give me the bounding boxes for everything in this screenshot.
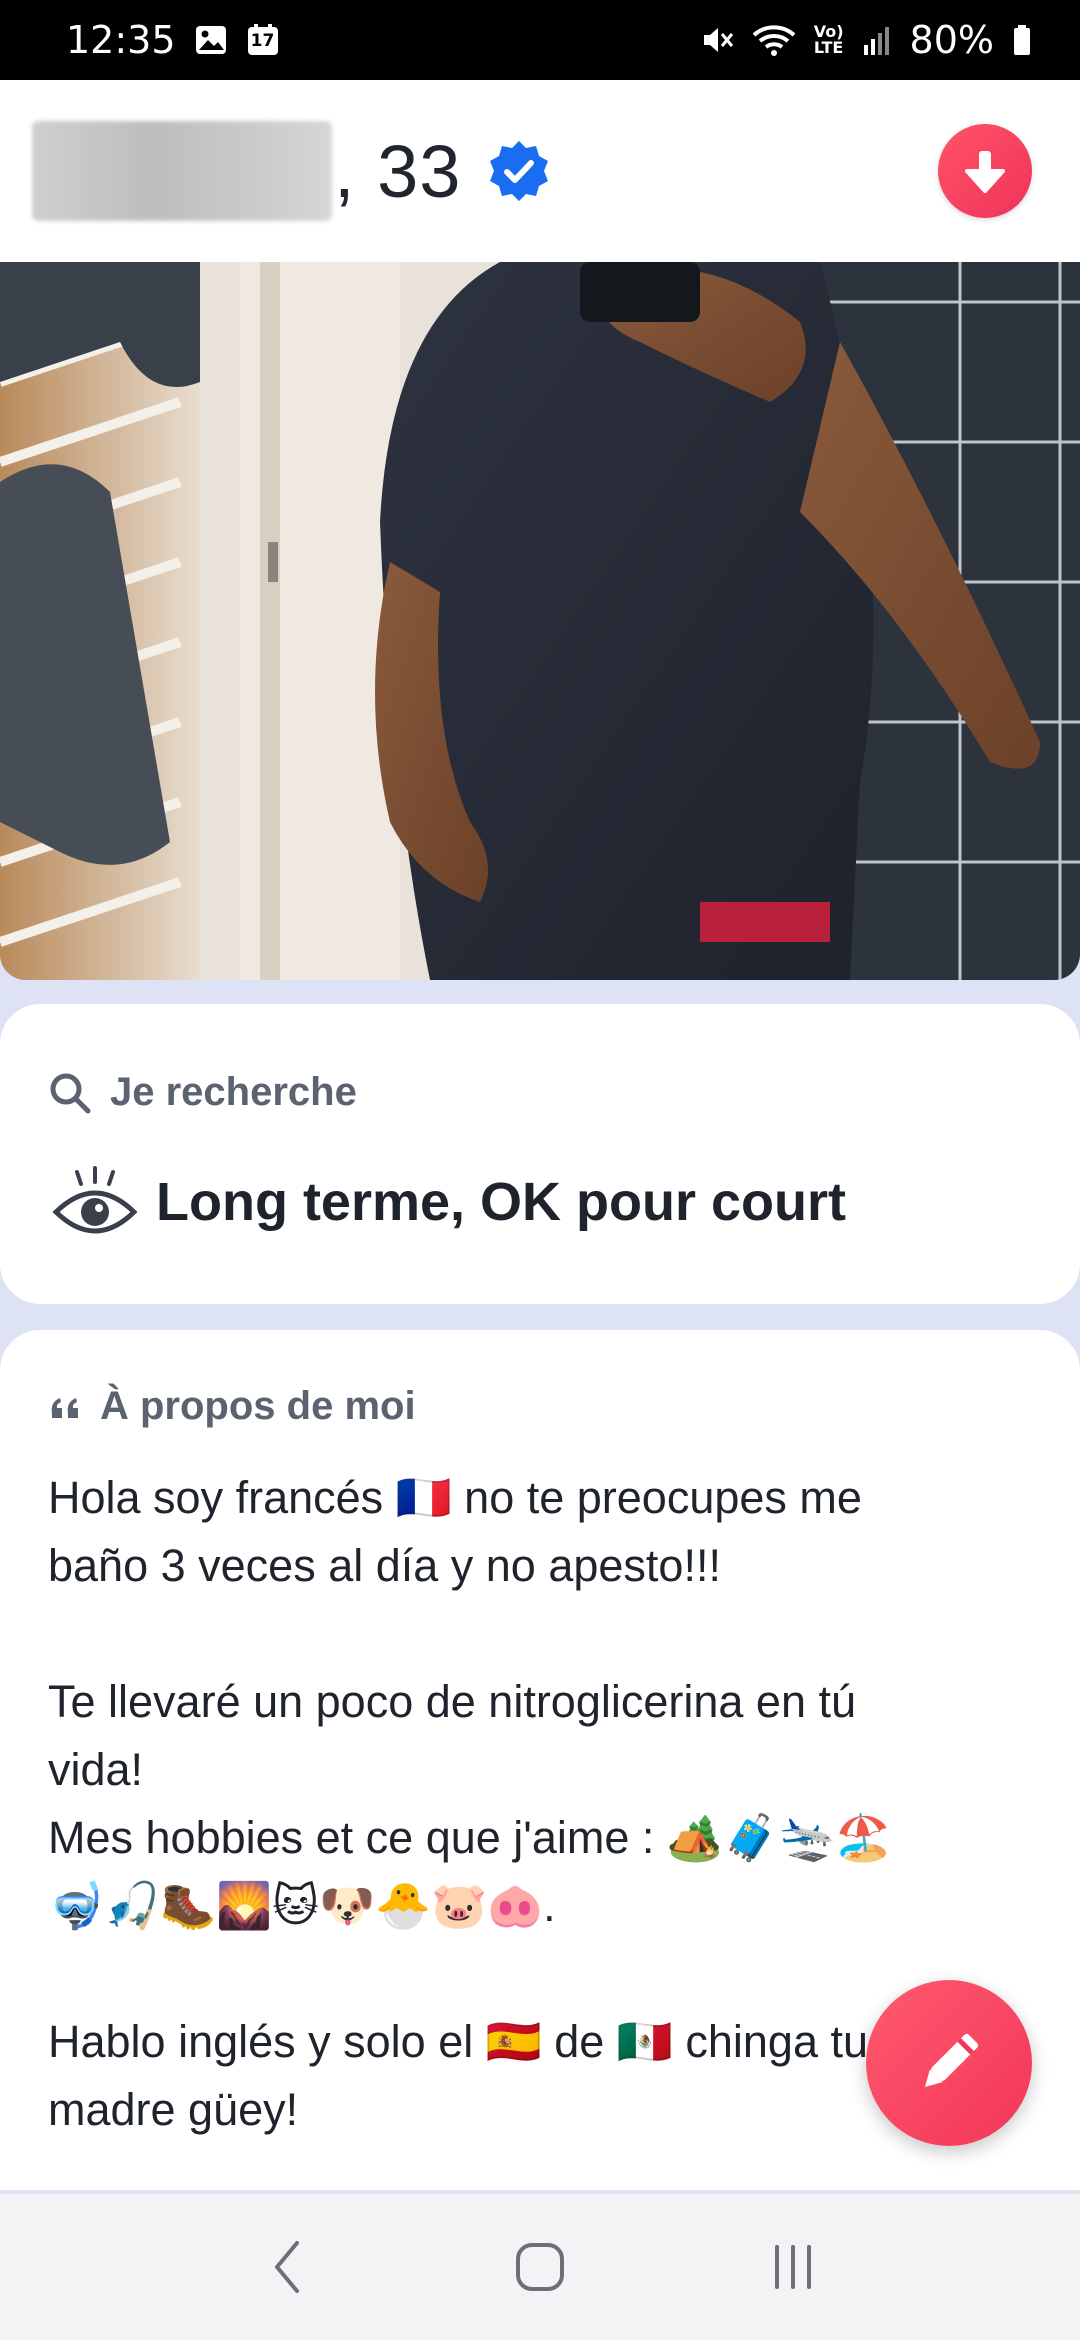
home-icon <box>515 2243 564 2291</box>
looking-for-card: Je recherche Long terme, OK pour court <box>0 1004 1080 1304</box>
wifi-icon <box>752 23 796 57</box>
eye-icon <box>52 1166 138 1234</box>
nav-recents-button[interactable] <box>748 2222 838 2312</box>
name-age: , 33 <box>334 129 462 213</box>
volte-icon: Vo) LTE <box>814 24 844 56</box>
verified-badge-icon <box>490 141 549 201</box>
edit-profile-button[interactable] <box>866 1980 1032 2146</box>
looking-for-value-row: Long terme, OK pour court <box>52 1164 846 1240</box>
volte-bottom: LTE <box>813 38 844 57</box>
looking-for-header: Je recherche <box>48 1070 357 1115</box>
nav-back-button[interactable] <box>242 2222 332 2312</box>
back-icon <box>274 2241 299 2293</box>
arrow-down-icon <box>965 151 1005 193</box>
quote-icon <box>51 1397 78 1418</box>
recents-icon <box>775 2245 812 2289</box>
profile-header: , 33 <box>0 80 1080 262</box>
pencil-icon <box>924 2033 979 2088</box>
search-icon <box>50 1073 91 1113</box>
image-icon <box>194 23 228 57</box>
battery-icon <box>1012 23 1032 57</box>
status-right: Vo) LTE 80% <box>700 18 1032 62</box>
calendar-day: 17 <box>250 31 275 51</box>
status-left: 12:35 17 <box>66 18 280 62</box>
profile-screen: 12:35 17 Vo) LTE 80% , 33 Je recherche L… <box>0 0 1080 2340</box>
name-blurred <box>32 121 332 221</box>
system-nav-bar <box>0 2194 1080 2340</box>
dismiss-button[interactable] <box>938 124 1032 218</box>
status-time: 12:35 <box>66 18 176 62</box>
profile-photo[interactable] <box>0 262 1080 980</box>
looking-for-value: Long terme, OK pour court <box>156 1172 847 1232</box>
calendar-icon: 17 <box>246 23 280 57</box>
about-text: Hola soy francés 🇫🇷 no te preocupes me b… <box>48 1472 892 2135</box>
about-label: À propos de moi <box>100 1384 416 1428</box>
looking-for-label: Je recherche <box>110 1070 357 1114</box>
signal-icon <box>862 23 892 57</box>
mute-icon <box>700 23 734 57</box>
nav-home-button[interactable] <box>495 2222 585 2312</box>
about-header: À propos de moi <box>48 1384 416 1429</box>
status-bar: 12:35 17 Vo) LTE 80% <box>0 0 1080 80</box>
photo-illustration <box>0 262 1080 980</box>
battery-percent: 80% <box>909 18 994 62</box>
